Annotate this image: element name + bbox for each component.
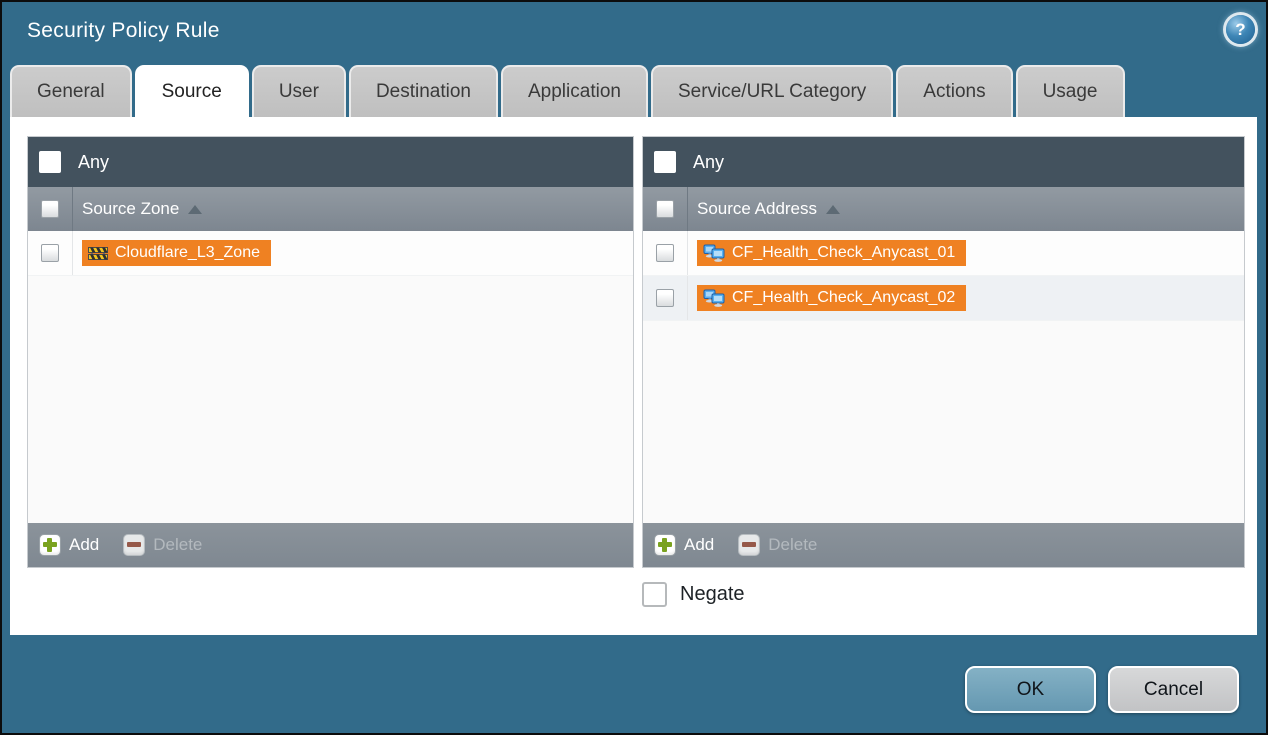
delete-button[interactable]: Delete [123,534,202,556]
address-icon [703,289,725,307]
tab-user[interactable]: User [252,65,346,117]
cancel-button[interactable]: Cancel [1108,666,1239,713]
add-label: Add [684,535,714,555]
address-icon [703,244,725,262]
negate-label: Negate [680,583,745,606]
source-zone-column-header: Source Zone [28,187,633,231]
tab-application[interactable]: Application [501,65,648,117]
minus-icon [738,534,760,556]
source-zone-any-label: Any [78,152,109,173]
add-label: Add [69,535,99,555]
tab-source[interactable]: Source [135,65,249,122]
tab-destination[interactable]: Destination [349,65,498,117]
source-address-panel: Any Source Address [642,136,1245,568]
source-zone-footer: Add Delete [28,523,633,567]
address-entry-label: CF_Health_Check_Anycast_01 [732,244,955,262]
page-title: Security Policy Rule [27,19,220,43]
delete-button[interactable]: Delete [738,534,817,556]
sort-ascending-icon [188,205,202,214]
zone-icon [88,245,108,261]
ok-button[interactable]: OK [965,666,1096,713]
table-row: CF_Health_Check_Anycast_01 [643,231,1244,276]
add-button[interactable]: Add [654,534,714,556]
tab-usage[interactable]: Usage [1016,65,1125,117]
help-icon[interactable]: ? [1226,15,1255,44]
negate-checkbox[interactable] [642,582,667,607]
tab-bar: General Source User Destination Applicat… [10,65,1125,122]
row-checkbox[interactable] [41,244,59,262]
minus-icon [123,534,145,556]
source-zone-list: Cloudflare_L3_Zone [28,231,633,523]
tab-actions[interactable]: Actions [896,65,1012,117]
address-entry-anycast-02[interactable]: CF_Health_Check_Anycast_02 [697,285,966,311]
sort-ascending-icon [826,205,840,214]
source-address-column-label[interactable]: Source Address [697,199,817,219]
add-button[interactable]: Add [39,534,99,556]
source-zone-column-label[interactable]: Source Zone [82,199,179,219]
tab-general[interactable]: General [10,65,132,117]
delete-label: Delete [153,535,202,555]
source-address-any-header: Any [643,137,1244,187]
source-address-column-header: Source Address [643,187,1244,231]
delete-label: Delete [768,535,817,555]
source-zone-select-all-checkbox[interactable] [41,200,59,218]
row-checkbox[interactable] [656,244,674,262]
source-zone-panel: Any Source Zone [27,136,634,568]
zone-entry-label: Cloudflare_L3_Zone [115,244,260,262]
address-entry-label: CF_Health_Check_Anycast_02 [732,289,955,307]
security-policy-rule-dialog: Security Policy Rule ? General Source Us… [0,0,1268,735]
table-row: CF_Health_Check_Anycast_02 [643,276,1244,321]
tab-service-url-category[interactable]: Service/URL Category [651,65,893,117]
source-address-any-label: Any [693,152,724,173]
source-address-select-all-checkbox[interactable] [656,200,674,218]
source-zone-any-checkbox[interactable] [39,151,61,173]
zone-entry-cloudflare-l3-zone[interactable]: Cloudflare_L3_Zone [82,240,271,266]
negate-control: Negate [642,582,745,607]
plus-icon [39,534,61,556]
source-zone-any-header: Any [28,137,633,187]
row-checkbox[interactable] [656,289,674,307]
address-entry-anycast-01[interactable]: CF_Health_Check_Anycast_01 [697,240,966,266]
source-address-list: CF_Health_Check_Anycast_01 [643,231,1244,523]
table-row: Cloudflare_L3_Zone [28,231,633,276]
source-address-footer: Add Delete [643,523,1244,567]
plus-icon [654,534,676,556]
source-address-any-checkbox[interactable] [654,151,676,173]
source-tab-content: Any Source Zone [10,117,1257,635]
